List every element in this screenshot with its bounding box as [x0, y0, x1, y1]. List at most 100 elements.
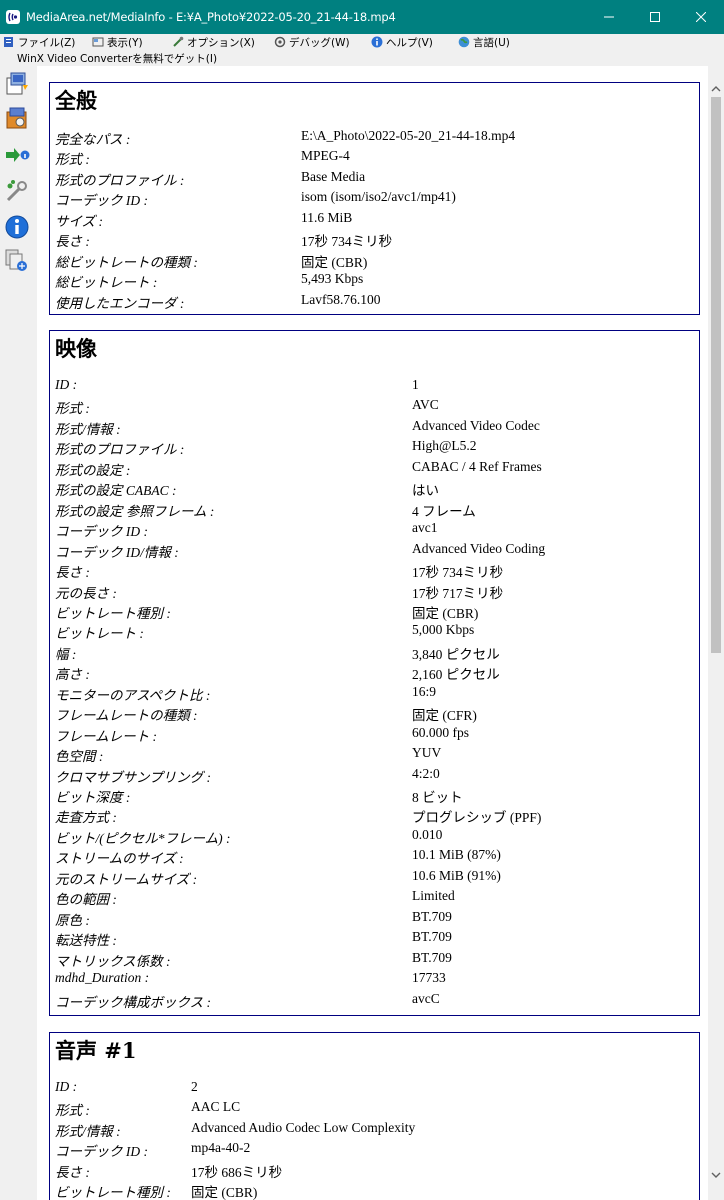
property-label: 転送特性 : [55, 933, 117, 949]
property-row: 元のストリームサイズ : 10.6 MiB (91%) [55, 868, 695, 888]
scroll-down-button[interactable] [708, 1166, 724, 1184]
property-row: 形式 : AAC LC [55, 1099, 695, 1119]
property-row: モニターのアスペクト比 : 16:9 [55, 684, 695, 704]
menu-help[interactable]: ヘルプ(V) [371, 34, 433, 50]
property-row: mdhd_Duration : 17733 [55, 970, 695, 990]
property-label: クロマサブサンプリング : [55, 769, 211, 785]
property-row: 形式 : MPEG-4 [55, 148, 695, 168]
property-value: 17733 [412, 970, 446, 986]
property-row: ビット/(ピクセル*フレーム) : 0.010 [55, 827, 695, 847]
title-bar: MediaArea.net/MediaInfo - E:¥A_Photo¥202… [0, 0, 724, 34]
menu-view-label: 表示(Y) [107, 36, 143, 49]
property-label: 使用したエンコーダ : [55, 295, 185, 311]
property-row: 色空間 : YUV [55, 745, 695, 765]
knowledge-base-button[interactable] [4, 248, 30, 274]
property-label: 形式 : [55, 152, 90, 168]
menu-file-label: ファイル(Z) [18, 36, 76, 49]
property-label: 形式 : [55, 1103, 90, 1119]
menu-debug[interactable]: デバッグ(W) [274, 34, 350, 50]
open-folder-button[interactable] [4, 106, 30, 132]
menu-language-label: 言語(U) [473, 36, 510, 49]
property-value: 2,160 ピクセル [412, 667, 500, 683]
property-value: Advanced Audio Codec Low Complexity [191, 1119, 416, 1135]
preferences-button[interactable] [4, 178, 30, 204]
property-value: 4 フレーム [412, 503, 476, 519]
menu-promo[interactable]: WinX Video Converterを無料でゲット(I) [17, 51, 217, 66]
maximize-button[interactable] [632, 0, 678, 34]
property-label: ビットレート : [55, 626, 144, 642]
property-value: 17秒 734ミリ秒 [301, 234, 393, 250]
menu-view[interactable]: 表示(Y) [92, 34, 143, 50]
property-label: ID : [55, 377, 78, 392]
property-label: 長さ : [55, 1164, 90, 1180]
property-label: 長さ : [55, 565, 90, 581]
minimize-button[interactable] [586, 0, 632, 34]
property-value: 17秒 686ミリ秒 [191, 1164, 283, 1180]
property-label: ビットレート種別 : [55, 1185, 171, 1200]
about-button[interactable] [4, 214, 30, 240]
property-row: 長さ : 17秒 734ミリ秒 [55, 230, 695, 250]
property-value: 17秒 717ミリ秒 [412, 585, 504, 601]
property-value: MPEG-4 [301, 148, 350, 164]
open-file-button[interactable] [4, 70, 30, 96]
property-row: クロマサブサンプリング : 4:2:0 [55, 766, 695, 786]
property-row: ID : 1 [55, 377, 695, 397]
close-button[interactable] [678, 0, 724, 34]
property-value: 8 ビット [412, 790, 463, 805]
general-section: 全般 完全なパス : E:\A_Photo\2022-05-20_21-44-18… [49, 82, 700, 315]
language-globe-icon [458, 36, 470, 48]
property-row: ストリームのサイズ : 10.1 MiB (87%) [55, 847, 695, 867]
section-heading: 全般 [55, 88, 97, 113]
menu-file[interactable]: ファイル(Z) [3, 34, 75, 50]
chevron-up-icon [711, 86, 721, 92]
property-row: コーデック ID : isom (isom/iso2/avc1/mp41) [55, 189, 695, 209]
property-value: 固定 (CFR) [412, 708, 477, 724]
vertical-scrollbar[interactable] [708, 66, 724, 1200]
scroll-up-button[interactable] [708, 80, 724, 98]
property-label: 元のストリームサイズ : [55, 871, 198, 887]
property-row: 総ビットレート : 5,493 Kbps [55, 271, 695, 291]
property-row: ビットレート : 5,000 Kbps [55, 622, 695, 642]
maximize-icon [650, 12, 660, 22]
property-value: 3,840 ピクセル [412, 646, 500, 662]
property-label: コーデック ID : [55, 193, 148, 209]
property-label: 総ビットレートの種類 : [55, 254, 198, 270]
property-value: AVC [412, 397, 439, 413]
knowledge-base-icon [5, 249, 27, 271]
property-value: はい [412, 483, 439, 499]
property-value: 11.6 MiB [301, 209, 353, 225]
scroll-thumb[interactable] [711, 97, 721, 653]
property-label: 形式 : [55, 401, 90, 417]
property-row: 形式の設定 参照フレーム : 4 フレーム [55, 500, 695, 520]
property-value: BT.709 [412, 929, 452, 945]
open-file-icon [6, 72, 28, 95]
property-label: ストリームのサイズ : [55, 851, 184, 867]
property-label: 形式の設定 : [55, 462, 131, 478]
export-button[interactable] [4, 142, 30, 168]
property-value: 60.000 fps [412, 724, 469, 740]
help-menu-icon [371, 36, 383, 48]
property-label: 元の長さ : [55, 585, 117, 601]
property-value: 4:2:0 [412, 765, 440, 781]
property-label: 形式の設定 参照フレーム : [55, 503, 215, 519]
property-row: 長さ : 17秒 734ミリ秒 [55, 561, 695, 581]
property-row: 長さ : 17秒 686ミリ秒 [55, 1161, 695, 1181]
property-row: 幅 : 3,840 ピクセル [55, 643, 695, 663]
section-heading: 音声 #1 [55, 1038, 137, 1063]
property-label: mdhd_Duration : [55, 970, 150, 986]
property-label: マトリックス係数 : [55, 953, 171, 969]
app-icon[interactable] [2, 0, 24, 34]
property-label: 総ビットレート : [55, 275, 158, 291]
video-section: 映像 ID : 1 形式 : AVC 形式/情報 : Advanced Video Cod… [49, 330, 700, 1016]
left-toolbar [0, 66, 34, 1200]
menu-language[interactable]: 言語(U) [458, 34, 510, 50]
property-value: 固定 (CBR) [412, 605, 479, 621]
menu-options[interactable]: オプション(X) [172, 34, 255, 50]
property-row: コーデック ID/情報 : Advanced Video Coding [55, 541, 695, 561]
property-row: コーデック ID : mp4a-40-2 [55, 1140, 695, 1160]
property-row: 総ビットレートの種類 : 固定 (CBR) [55, 251, 695, 271]
property-row: 高さ : 2,160 ピクセル [55, 663, 695, 683]
menu-debug-label: デバッグ(W) [289, 36, 350, 49]
audio-section: 音声 #1 ID : 2 形式 : AAC LC 形式/情報 : Advanced Aud… [49, 1032, 700, 1200]
property-value: 固定 (CBR) [301, 254, 368, 270]
